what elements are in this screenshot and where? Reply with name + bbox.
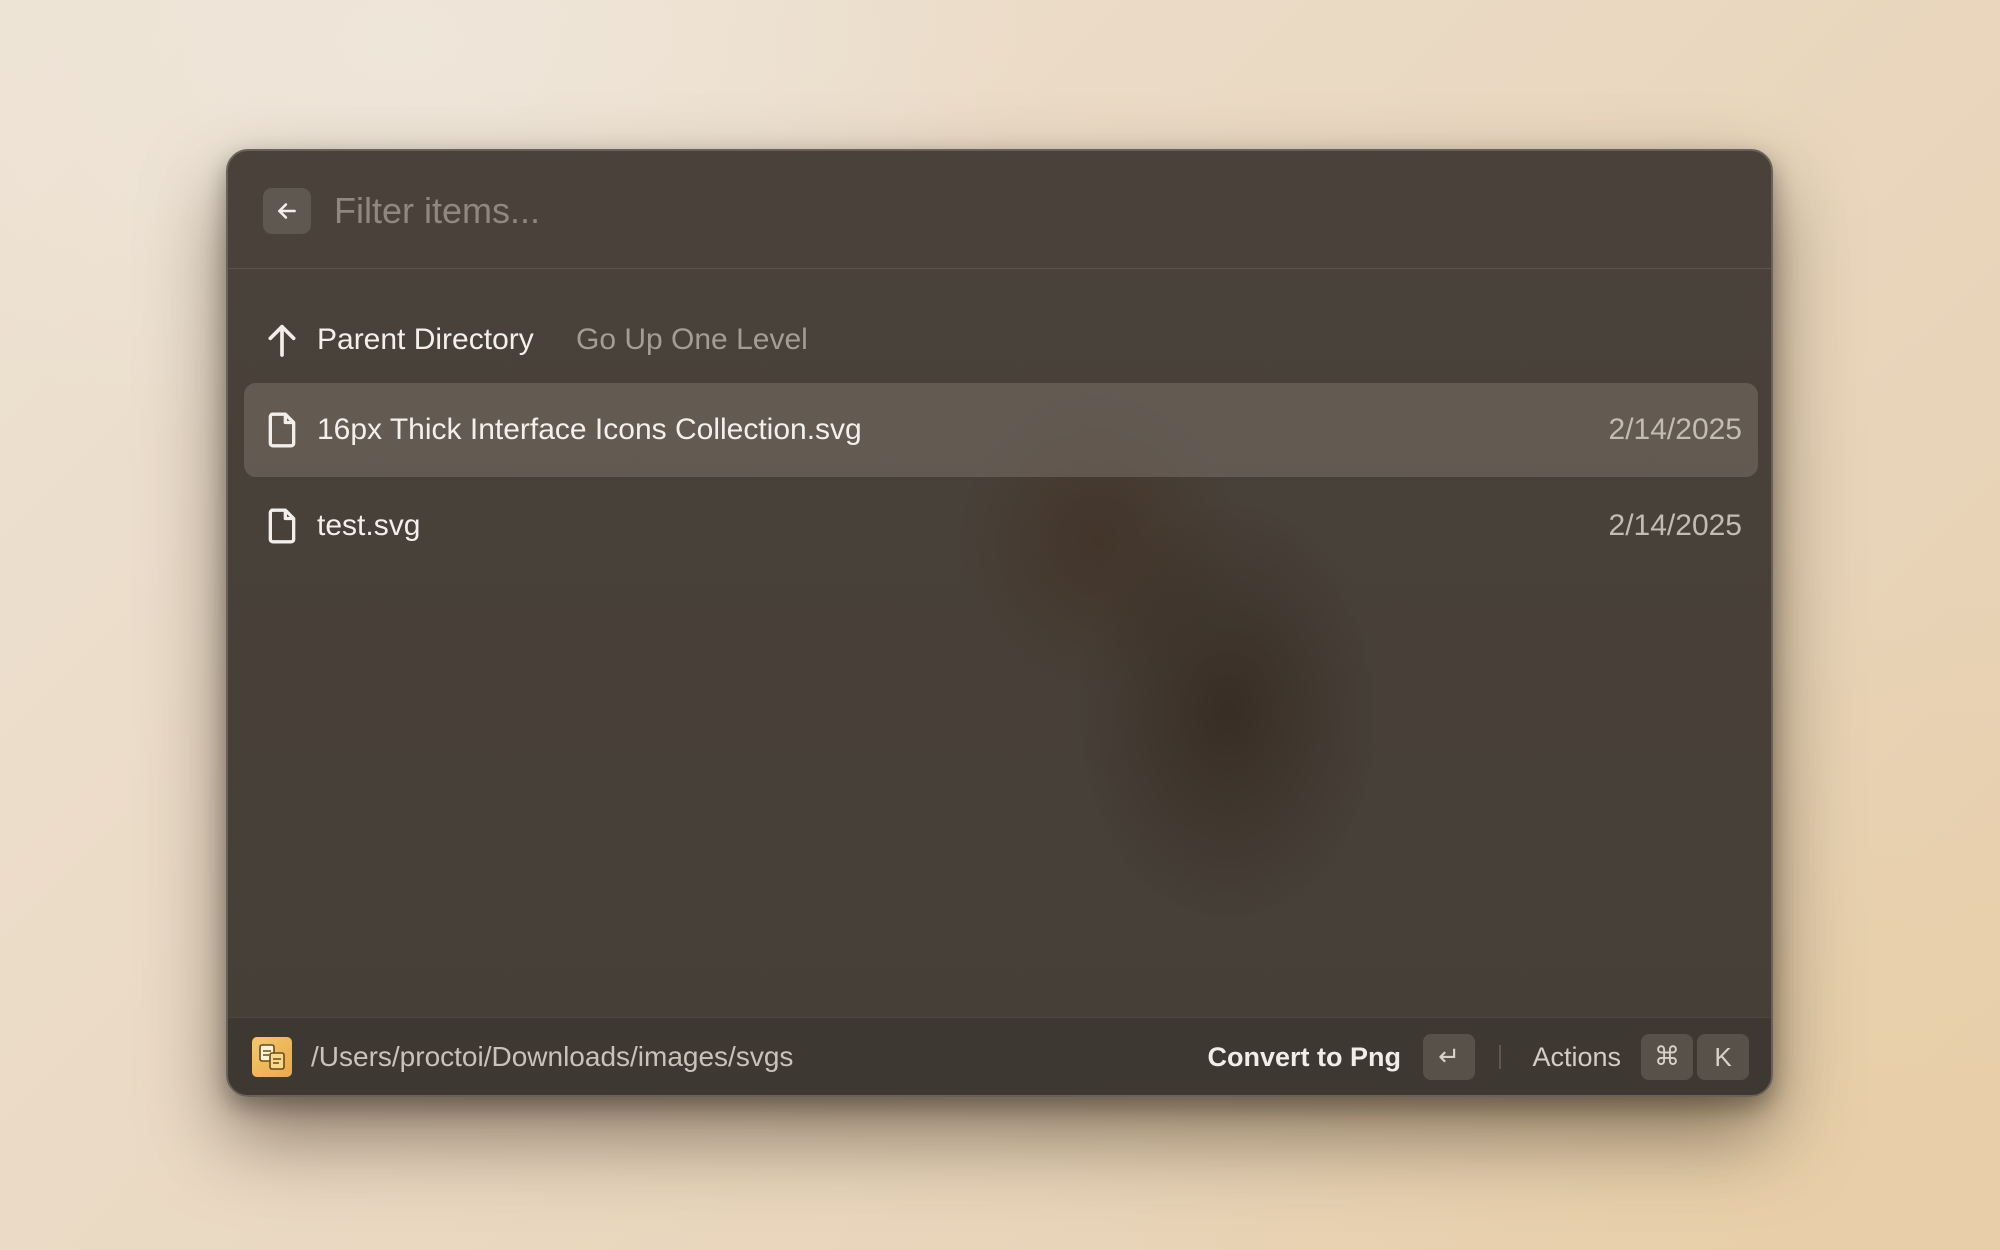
footer-divider xyxy=(1499,1045,1501,1069)
convert-to-png-button[interactable]: Convert to Png xyxy=(1208,1018,1402,1095)
actions-button[interactable]: Actions xyxy=(1532,1018,1621,1095)
back-button[interactable] xyxy=(263,188,311,234)
launcher-window: Parent Directory Go Up One Level 16px Th… xyxy=(226,149,1773,1097)
file-row[interactable]: test.svg 2/14/2025 xyxy=(244,479,1758,573)
action-bar: /Users/proctoi/Downloads/images/svgs Con… xyxy=(228,1017,1771,1095)
file-date: 2/14/2025 xyxy=(1608,413,1742,446)
search-bar xyxy=(228,151,1771,269)
current-path: /Users/proctoi/Downloads/images/svgs xyxy=(311,1041,794,1072)
file-name: 16px Thick Interface Icons Collection.sv… xyxy=(317,413,862,446)
k-key-hint: K xyxy=(1697,1034,1749,1080)
arrow-up-icon xyxy=(262,319,302,361)
extension-app-icon xyxy=(252,1037,292,1077)
enter-key-hint: ↵ xyxy=(1423,1034,1475,1080)
file-name: test.svg xyxy=(317,509,421,542)
parent-directory-title: Parent Directory xyxy=(317,323,534,356)
file-row[interactable]: 16px Thick Interface Icons Collection.sv… xyxy=(244,383,1758,477)
document-icon xyxy=(262,409,302,451)
document-icon xyxy=(262,505,302,547)
parent-directory-row[interactable]: Parent Directory Go Up One Level xyxy=(244,293,1758,387)
parent-directory-subtitle: Go Up One Level xyxy=(576,323,808,356)
arrow-left-icon xyxy=(278,203,296,219)
command-key-hint: ⌘ xyxy=(1641,1034,1693,1080)
search-input[interactable] xyxy=(330,185,1634,237)
file-date: 2/14/2025 xyxy=(1608,509,1742,542)
